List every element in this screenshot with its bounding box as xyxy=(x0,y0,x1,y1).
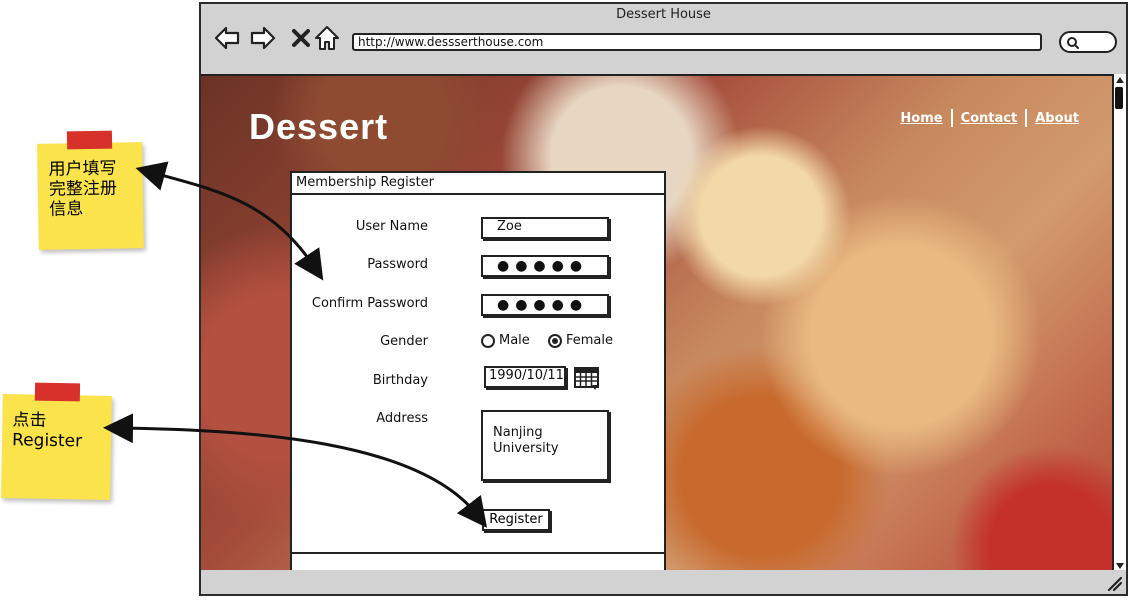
annotation-arrows xyxy=(103,161,488,528)
arrow-note2-to-register xyxy=(103,413,488,528)
arrow-note1-to-password xyxy=(135,161,324,281)
